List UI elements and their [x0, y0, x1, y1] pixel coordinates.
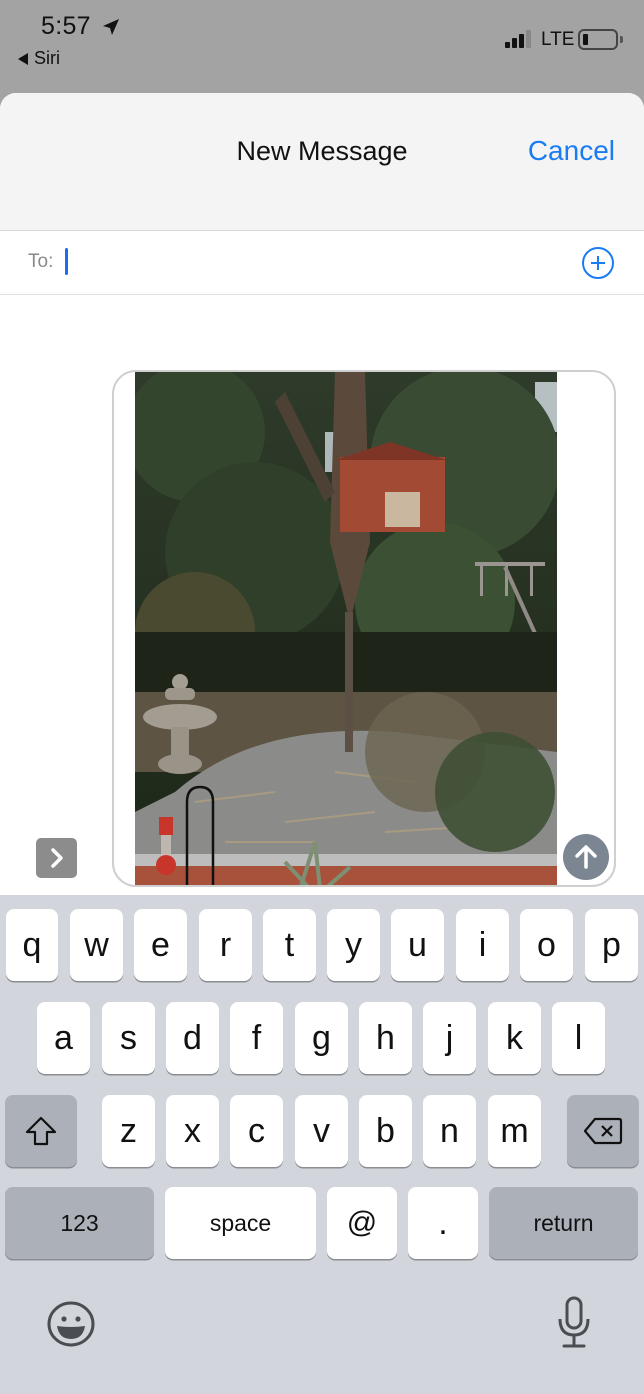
status-time: 5:57 — [41, 12, 91, 40]
key-r[interactable]: r — [199, 909, 252, 981]
key-q[interactable]: q — [6, 909, 58, 981]
key-f[interactable]: f — [230, 1002, 283, 1074]
network-type: LTE — [541, 29, 575, 50]
key-t[interactable]: t — [263, 909, 316, 981]
key-a[interactable]: a — [37, 1002, 90, 1074]
key-x[interactable]: x — [166, 1095, 219, 1167]
key-g[interactable]: g — [295, 1002, 348, 1074]
expand-apps-button[interactable] — [36, 838, 77, 878]
shift-icon — [25, 1116, 57, 1146]
location-arrow-icon — [103, 19, 119, 35]
key-c[interactable]: c — [230, 1095, 283, 1167]
nav-bar: New Message Cancel — [0, 93, 644, 231]
back-to-siri-button[interactable]: Siri — [18, 48, 60, 69]
key-v[interactable]: v — [295, 1095, 348, 1167]
new-message-sheet: New Message Cancel To: q w e r t y u i o… — [0, 93, 644, 1394]
arrow-up-icon — [575, 845, 597, 869]
key-d[interactable]: d — [166, 1002, 219, 1074]
emoji-icon — [47, 1301, 95, 1347]
message-compose-field[interactable] — [112, 370, 616, 887]
key-h[interactable]: h — [359, 1002, 412, 1074]
battery-cap — [620, 36, 623, 43]
key-o[interactable]: o — [520, 909, 573, 981]
emoji-button[interactable] — [46, 1299, 96, 1349]
text-cursor — [65, 248, 68, 275]
dictation-button[interactable] — [552, 1293, 596, 1353]
key-j[interactable]: j — [423, 1002, 476, 1074]
keyboard: q w e r t y u i o p a s d f g h j k l z … — [0, 895, 644, 1394]
key-p[interactable]: p — [585, 909, 638, 981]
period-key[interactable]: . — [408, 1187, 478, 1259]
chevron-right-icon — [51, 848, 63, 868]
key-z[interactable]: z — [102, 1095, 155, 1167]
microphone-icon — [558, 1296, 590, 1348]
send-button[interactable] — [563, 834, 609, 880]
signal-icon — [505, 30, 531, 48]
numbers-key[interactable]: 123 — [5, 1187, 154, 1259]
add-contact-button[interactable] — [582, 247, 614, 279]
key-s[interactable]: s — [102, 1002, 155, 1074]
to-label: To: — [28, 251, 54, 272]
back-triangle-icon — [18, 52, 28, 65]
space-key[interactable]: space — [165, 1187, 316, 1259]
key-w[interactable]: w — [70, 909, 123, 981]
at-key[interactable]: @ — [327, 1187, 397, 1259]
key-i[interactable]: i — [456, 909, 509, 981]
back-to-siri-label: Siri — [34, 48, 60, 68]
key-l[interactable]: l — [552, 1002, 605, 1074]
status-bar: 5:57 Siri LTE — [0, 0, 644, 92]
key-b[interactable]: b — [359, 1095, 412, 1167]
recipient-row[interactable]: To: — [0, 231, 644, 295]
cancel-button[interactable]: Cancel — [528, 135, 615, 167]
delete-backward-icon — [583, 1117, 623, 1145]
delete-key[interactable] — [567, 1095, 639, 1167]
photo-image — [135, 372, 557, 885]
key-y[interactable]: y — [327, 909, 380, 981]
key-e[interactable]: e — [134, 909, 187, 981]
key-u[interactable]: u — [391, 909, 444, 981]
key-m[interactable]: m — [488, 1095, 541, 1167]
battery-icon — [578, 29, 618, 50]
key-k[interactable]: k — [488, 1002, 541, 1074]
shift-key[interactable] — [5, 1095, 77, 1167]
attached-photo[interactable] — [135, 372, 557, 885]
return-key[interactable]: return — [489, 1187, 638, 1259]
key-n[interactable]: n — [423, 1095, 476, 1167]
